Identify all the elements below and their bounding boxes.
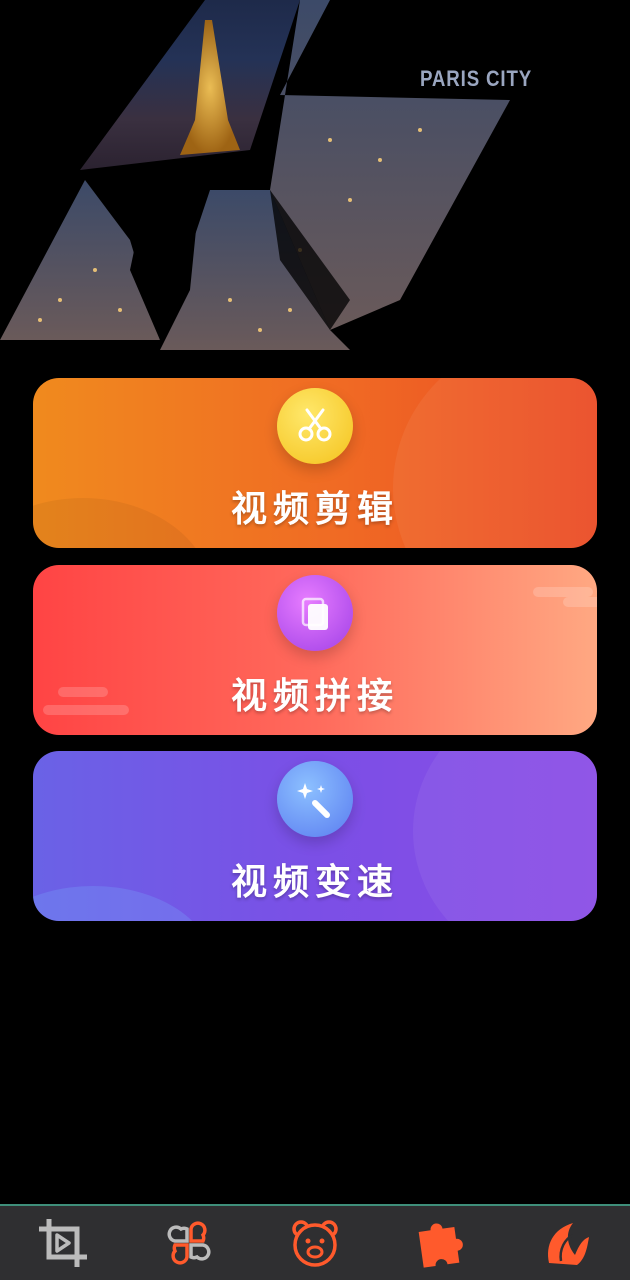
clover-hearts-icon (167, 1221, 211, 1265)
crop-play-icon (39, 1219, 87, 1267)
nav-clover[interactable] (154, 1208, 224, 1278)
flame-swirl-icon (548, 1223, 589, 1265)
cloud-decoration (58, 687, 108, 697)
nav-puzzle[interactable] (406, 1208, 476, 1278)
card-decoration (393, 378, 597, 548)
video-speed-card[interactable]: 视频变速 (33, 751, 597, 921)
scissors-icon (277, 388, 353, 464)
card-decoration (33, 886, 213, 921)
copy-pages-icon (277, 575, 353, 651)
card-decoration (33, 498, 213, 548)
video-join-card[interactable]: 视频拼接 (33, 565, 597, 735)
paris-city-collage (0, 0, 510, 350)
bottom-nav (0, 1204, 630, 1280)
video-cut-card[interactable]: 视频剪辑 (33, 378, 597, 548)
video-join-label: 视频拼接 (230, 676, 399, 717)
video-speed-label: 视频变速 (230, 862, 399, 903)
magic-wand-icon (277, 761, 353, 837)
cloud-decoration (43, 705, 129, 715)
nav-flame[interactable] (532, 1208, 602, 1278)
card-decoration (413, 751, 597, 921)
cloud-decoration (533, 587, 593, 597)
cloud-decoration (563, 597, 597, 607)
bear-face-icon (292, 1220, 338, 1267)
nav-bear[interactable] (280, 1208, 350, 1278)
banner-caption: PARIS CITY (420, 66, 533, 91)
video-cut-label: 视频剪辑 (230, 489, 399, 530)
puzzle-icon (418, 1223, 463, 1268)
header-banner: PARIS CITY (0, 0, 630, 370)
nav-crop-play[interactable] (28, 1208, 98, 1278)
